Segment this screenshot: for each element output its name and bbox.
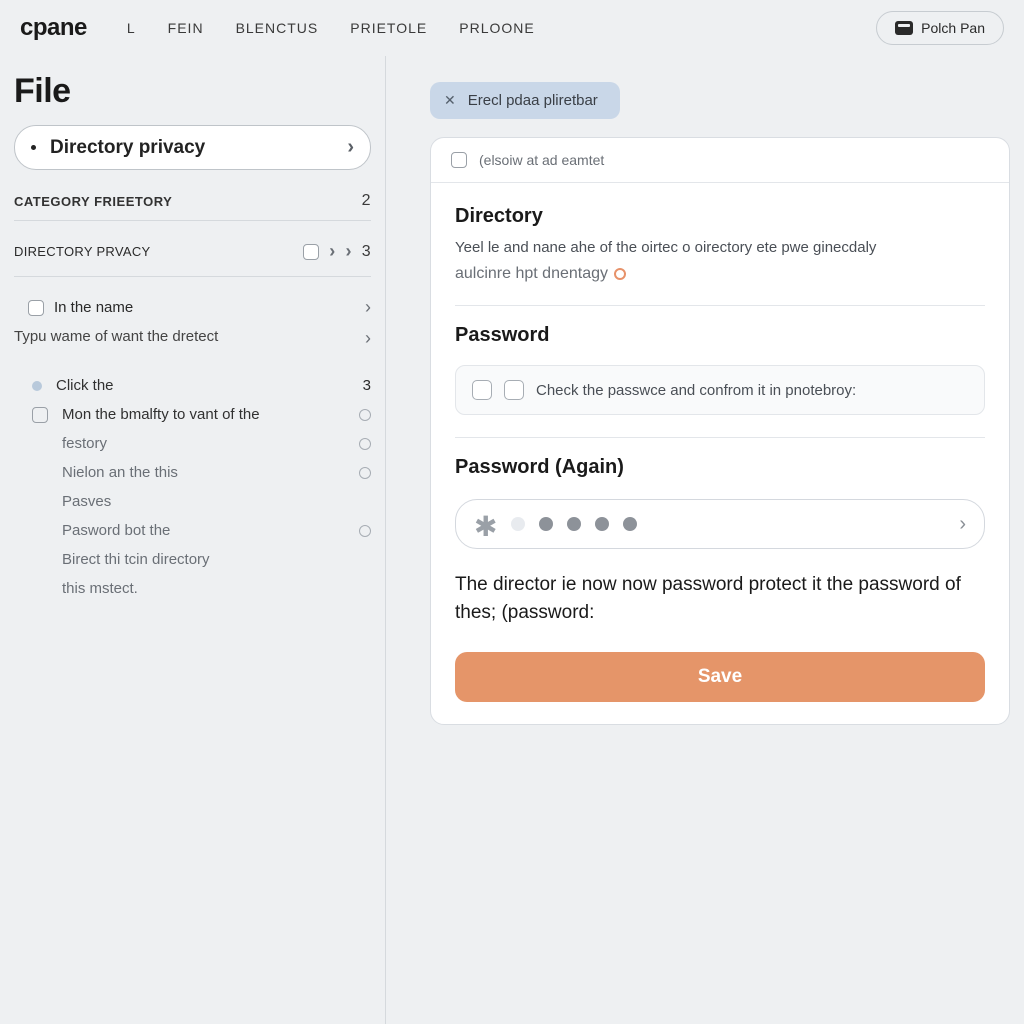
- main: File Directory privacy › CATEGORY FRIEET…: [0, 56, 1024, 1024]
- user-icon: [895, 21, 913, 35]
- pwd-dot-icon: [511, 517, 525, 531]
- chevron-right-icon[interactable]: ›: [959, 513, 966, 536]
- asterisk-icon: ✱: [474, 513, 497, 541]
- row-count: 3: [363, 377, 371, 394]
- chevron-right-icon: ›: [347, 136, 354, 159]
- info-chip[interactable]: ✕ Erecl pdaa pliretbar: [430, 82, 620, 119]
- section-title: CATEGORY FRIEETORY: [14, 194, 172, 209]
- checkbox[interactable]: [303, 244, 319, 260]
- radio-icon: [359, 438, 371, 450]
- chevron-right-icon: ›: [365, 297, 371, 318]
- list-item-label: Mon the bmalfty to vant of the: [62, 406, 359, 423]
- password-label: Password: [455, 324, 985, 347]
- chevron-right-icon: ›: [329, 241, 335, 262]
- password-again-input[interactable]: ✱ ›: [455, 499, 985, 549]
- result-message: The director ie now now password protect…: [455, 571, 985, 626]
- page-title: File: [14, 72, 371, 111]
- circle-icon: [614, 268, 626, 280]
- checkbox[interactable]: [28, 300, 44, 316]
- checkbox[interactable]: [472, 380, 492, 400]
- row-label: In the name: [54, 299, 355, 316]
- hint-text: Typu wame of want the dretect: [14, 328, 218, 345]
- save-button[interactable]: Save: [455, 652, 985, 702]
- password-check-text: Check the passwce and confrom it in pnot…: [536, 382, 856, 399]
- top-nav: L FEIN BLENCTUS PRIETOLE PRLOONE: [127, 20, 535, 36]
- user-menu[interactable]: Polch Pan: [876, 11, 1004, 45]
- nav-item-2[interactable]: BLENCTUS: [236, 20, 319, 36]
- directory-privacy-selector[interactable]: Directory privacy ›: [14, 125, 371, 170]
- pwd-dot-icon: [567, 517, 581, 531]
- list-item-label: Pasword bot the: [62, 522, 359, 539]
- chevron-right-icon: ›: [365, 328, 371, 349]
- link-text: aulcinre hpt dnentagy: [455, 265, 608, 283]
- settings-card: (elsoiw at ad eamtet Directory Yeel le a…: [430, 137, 1010, 725]
- list-item[interactable]: this mstect.: [14, 574, 371, 603]
- row-click-the[interactable]: Click the 3: [14, 371, 371, 400]
- list-item[interactable]: Birect thi tcin directory: [14, 545, 371, 574]
- list-item-label: Birect thi tcin directory: [62, 551, 371, 568]
- row-label: Click the: [56, 377, 363, 394]
- checkbox[interactable]: [451, 152, 467, 168]
- card-body: Directory Yeel le and nane ahe of the oi…: [431, 183, 1009, 724]
- list-item-label: festory: [62, 435, 359, 452]
- directory-label: Directory: [455, 205, 985, 228]
- nav-item-4[interactable]: PRLOONE: [459, 20, 534, 36]
- list-item[interactable]: Pasves: [14, 487, 371, 516]
- row-label: DIRECTORY PRVACY: [14, 244, 293, 259]
- list-item-label: Pasves: [62, 493, 371, 510]
- directory-link[interactable]: aulcinre hpt dnentagy: [455, 265, 626, 283]
- radio-icon: [359, 525, 371, 537]
- checkbox[interactable]: [504, 380, 524, 400]
- nav-item-3[interactable]: PRIETOLE: [350, 20, 427, 36]
- divider: [455, 305, 985, 306]
- pwd-dot-icon: [595, 517, 609, 531]
- card-header: (elsoiw at ad eamtet: [431, 138, 1009, 183]
- header: cpane L FEIN BLENCTUS PRIETOLE PRLOONE P…: [0, 0, 1024, 56]
- content: ✕ Erecl pdaa pliretbar (elsoiw at ad eam…: [386, 56, 1024, 1024]
- selector-label: Directory privacy: [50, 137, 205, 159]
- nav-item-1[interactable]: FEIN: [168, 20, 204, 36]
- password-again-label: Password (Again): [455, 456, 985, 479]
- divider: [14, 220, 371, 221]
- chevron-right-icon: ›: [346, 241, 352, 262]
- section-count: 2: [362, 192, 371, 210]
- card-header-text: (elsoiw at ad eamtet: [479, 152, 604, 168]
- row-in-the-name[interactable]: In the name ›: [14, 291, 371, 324]
- list-item[interactable]: Mon the bmalfty to vant of the: [14, 400, 371, 429]
- row-count: 3: [362, 243, 371, 261]
- list-item[interactable]: festory: [14, 429, 371, 458]
- nav-item-0[interactable]: L: [127, 20, 136, 36]
- sidebar: File Directory privacy › CATEGORY FRIEET…: [0, 56, 386, 1024]
- directory-description: Yeel le and nane ahe of the oirtec o oir…: [455, 236, 985, 259]
- radio-icon: [359, 467, 371, 479]
- chip-label: Erecl pdaa pliretbar: [468, 92, 598, 109]
- list-item-label: Nielon an the this: [62, 464, 359, 481]
- checkbox[interactable]: [32, 407, 48, 423]
- close-icon[interactable]: ✕: [444, 92, 456, 109]
- list-item-label: this mstect.: [62, 580, 371, 597]
- list-item[interactable]: Pasword bot the: [14, 516, 371, 545]
- user-name: Polch Pan: [921, 20, 985, 36]
- list-item[interactable]: Nielon an the this: [14, 458, 371, 487]
- divider: [14, 276, 371, 277]
- password-check-row: Check the passwce and confrom it in pnot…: [455, 365, 985, 415]
- bullet-icon: [31, 145, 36, 150]
- sidebar-hint-text: Typu wame of want the dretect ›: [14, 324, 371, 357]
- logo: cpane: [20, 14, 87, 42]
- radio-icon: [359, 409, 371, 421]
- row-directory-privacy[interactable]: DIRECTORY PRVACY › › 3: [14, 235, 371, 268]
- bullet-icon: [32, 381, 42, 391]
- divider: [455, 437, 985, 438]
- pwd-dot-icon: [539, 517, 553, 531]
- section-header-1: CATEGORY FRIEETORY 2: [14, 192, 371, 210]
- pwd-dot-icon: [623, 517, 637, 531]
